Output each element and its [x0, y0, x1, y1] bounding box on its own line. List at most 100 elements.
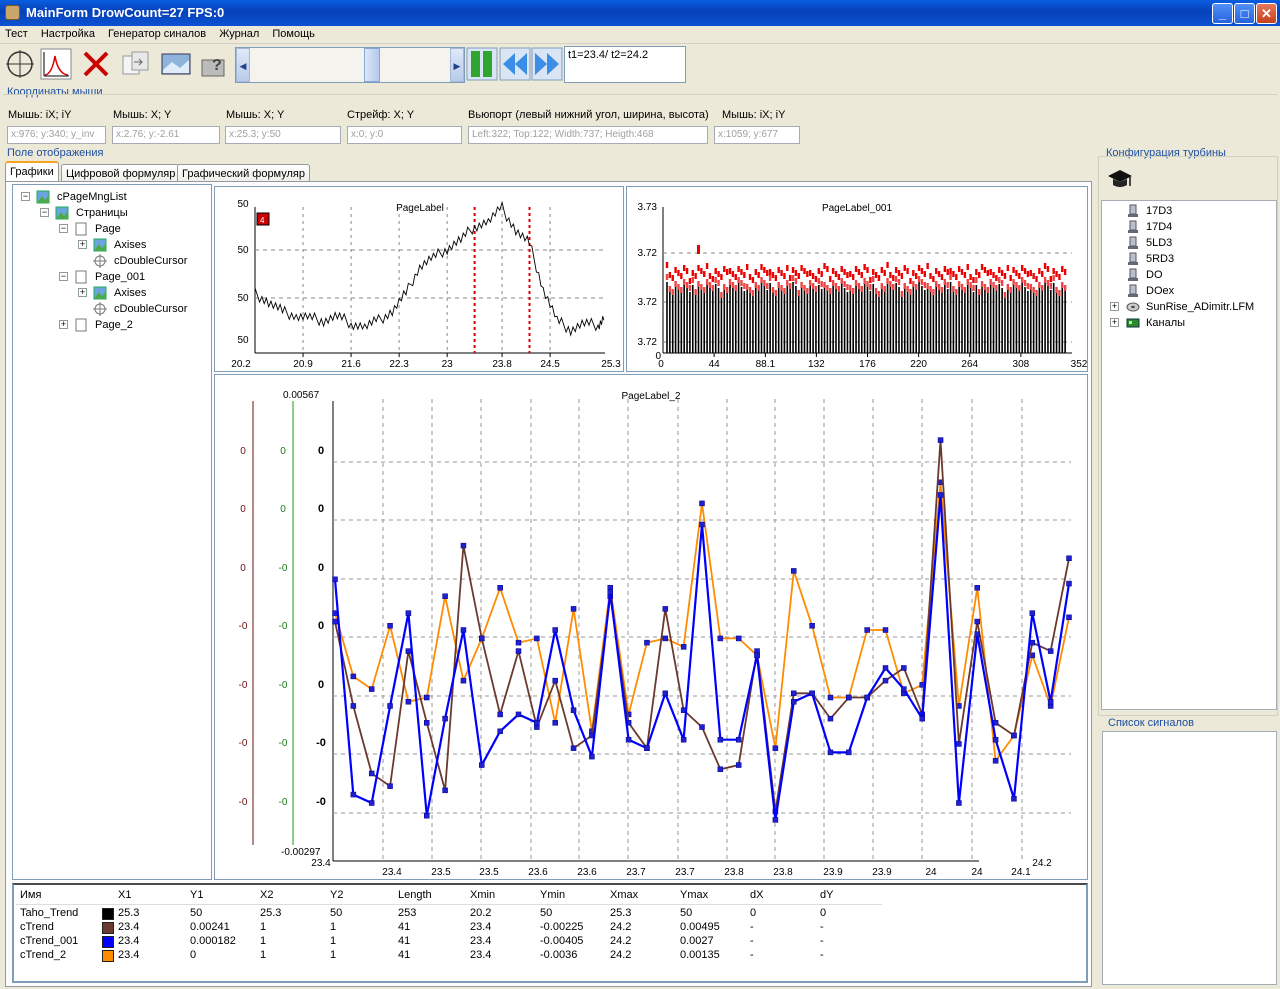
legend-color-swatch[interactable]: [102, 922, 114, 934]
legend-header[interactable]: Ymax: [680, 889, 708, 901]
signal-list[interactable]: [1102, 731, 1277, 985]
page-tree[interactable]: − cPageMngList − Страницы − Page + Axises cDoubl…: [12, 184, 212, 880]
bar-cap-low: [820, 281, 823, 287]
menu-settings[interactable]: Настройка: [36, 26, 100, 40]
data-point: [424, 720, 430, 726]
turbine-node[interactable]: DOex: [1102, 283, 1276, 299]
tree-node[interactable]: + Axises: [13, 237, 211, 253]
maximize-button[interactable]: □: [1234, 3, 1255, 24]
scroll-right-icon[interactable]: ▶: [450, 48, 464, 82]
legend-header[interactable]: Xmin: [470, 889, 495, 901]
expand-icon[interactable]: +: [59, 320, 68, 329]
legend-header[interactable]: Length: [398, 889, 432, 901]
legend-header[interactable]: X2: [260, 889, 273, 901]
legend-cell: 23.4: [118, 921, 140, 933]
turbine-node[interactable]: 5RD3: [1102, 251, 1276, 267]
legend-name[interactable]: cTrend_001: [20, 935, 78, 947]
bar-cap-low: [883, 286, 886, 292]
menu-test[interactable]: Тест: [0, 26, 33, 40]
bar-cap-low: [788, 283, 792, 289]
tree-node[interactable]: cDoubleCursor: [13, 253, 211, 269]
turbine-config-button[interactable]: [1106, 166, 1134, 192]
data-point: [791, 690, 797, 697]
legend-header[interactable]: Xmax: [610, 889, 638, 901]
graph-button[interactable]: [40, 48, 72, 80]
tree-node[interactable]: − cPageMngList: [13, 189, 211, 205]
bar-cap-high: [914, 273, 918, 279]
tree-node[interactable]: cDoubleCursor: [13, 301, 211, 317]
coord-field-3[interactable]: x:25.3; y:50: [225, 126, 341, 144]
tree-node[interactable]: − Страницы: [13, 205, 211, 221]
chart-pagelabel-001[interactable]: PageLabel_0013.733.723.723.7200 44 88.1 132…: [627, 187, 1089, 373]
menu-journal[interactable]: Журнал: [214, 26, 264, 40]
turbine-node[interactable]: + SunRise_ADimitr.LFM: [1102, 299, 1276, 315]
expand-icon[interactable]: +: [78, 288, 87, 297]
step-forward-button[interactable]: [531, 47, 563, 81]
copy-button[interactable]: [120, 48, 152, 80]
data-point: [717, 736, 724, 743]
collapse-icon[interactable]: −: [21, 192, 30, 201]
x-tick-label: 20.9: [293, 359, 313, 370]
minimize-button[interactable]: _: [1212, 3, 1233, 24]
legend-header-divider: [16, 904, 882, 905]
tree-node[interactable]: + Page_2: [13, 317, 211, 333]
legend-header[interactable]: Ymin: [540, 889, 565, 901]
bar-cap-low: [780, 285, 783, 291]
scroll-thumb[interactable]: [364, 48, 380, 82]
bar-cap-low: [857, 283, 861, 289]
coord-field-6[interactable]: x:1059; y:677: [714, 126, 800, 144]
image-button[interactable]: [160, 48, 192, 80]
turbine-node[interactable]: 5LD3: [1102, 235, 1276, 251]
coord-field-2[interactable]: x:2.76; y:-2.61: [112, 126, 220, 144]
play-button[interactable]: [466, 47, 498, 81]
expand-icon[interactable]: +: [78, 240, 87, 249]
legend-color-swatch[interactable]: [102, 908, 114, 920]
expand-icon[interactable]: +: [1110, 302, 1119, 311]
legend-header[interactable]: dY: [820, 889, 833, 901]
bar-cap-high: [811, 273, 815, 279]
legend-header[interactable]: dX: [750, 889, 763, 901]
turbine-node[interactable]: 17D4: [1102, 219, 1276, 235]
tree-node[interactable]: − Page: [13, 221, 211, 237]
turbine-config-tree[interactable]: 17D3 17D4 5LD3 5RD3 DO DOex + SunRise_ADimitr.L…: [1101, 200, 1277, 710]
legend-name[interactable]: Taho_Trend: [20, 907, 78, 919]
legend-header[interactable]: Y2: [330, 889, 343, 901]
legend-header[interactable]: X1: [118, 889, 131, 901]
turbine-node[interactable]: + Каналы: [1102, 315, 1276, 331]
legend-header[interactable]: Y1: [190, 889, 203, 901]
close-button[interactable]: ✕: [1256, 3, 1277, 24]
legend-color-swatch[interactable]: [102, 936, 114, 948]
tree-node[interactable]: − Page_001: [13, 269, 211, 285]
bar-cap-low: [897, 279, 901, 285]
menu-signal-generator[interactable]: Генератор синалов: [103, 26, 211, 40]
legend-cell: 24.2: [610, 949, 632, 961]
trend-legend-table[interactable]: Имя X1 Y1 X2 Y2 Length Xmin Ymin Xmax Ymax dX dY Tah…: [12, 883, 1088, 983]
help-button[interactable]: ?: [198, 48, 230, 80]
turbine-node[interactable]: DO: [1102, 267, 1276, 283]
x-tick-label: 23.5: [479, 867, 499, 878]
legend-name[interactable]: cTrend: [20, 921, 54, 933]
scroll-left-icon[interactable]: ◀: [236, 48, 250, 82]
coord-field-4[interactable]: x:0; y:0: [347, 126, 462, 144]
time-scrollbar[interactable]: ◀ ▶: [235, 47, 465, 83]
bar-cap-low: [740, 280, 743, 286]
delete-button[interactable]: [80, 48, 112, 80]
turbine-node[interactable]: 17D3: [1102, 203, 1276, 219]
bar-cap-high: [1046, 266, 1050, 272]
coord-field-1[interactable]: x:976; y:340; y_inv: [7, 126, 106, 144]
collapse-icon[interactable]: −: [59, 272, 68, 281]
menu-help[interactable]: Помощь: [267, 26, 320, 40]
legend-color-swatch[interactable]: [102, 950, 114, 962]
legend-name[interactable]: cTrend_2: [20, 949, 66, 961]
chart-pagelabel[interactable]: PageLabel 50 50 50 50 20.2 20.9 21.6 22.3 23 23.8 2…: [215, 187, 625, 373]
tree-node[interactable]: + Axises: [13, 285, 211, 301]
title-bar: MainForm DrowCount=27 FPS:0 _ □ ✕: [0, 0, 1280, 26]
collapse-icon[interactable]: −: [59, 224, 68, 233]
chart-pagelabel-2[interactable]: PageLabel_2 0.00567 -0.00297 0 0 0 0 0 0 0 -0 0 -0 -0…: [215, 375, 1089, 881]
collapse-icon[interactable]: −: [40, 208, 49, 217]
legend-header[interactable]: Имя: [20, 889, 41, 901]
expand-icon[interactable]: +: [1110, 318, 1119, 327]
crosshair-button[interactable]: [4, 48, 36, 80]
step-back-button[interactable]: [499, 47, 531, 81]
coord-field-5[interactable]: Left:322; Top:122; Width:737; Heigth:468: [468, 126, 708, 144]
